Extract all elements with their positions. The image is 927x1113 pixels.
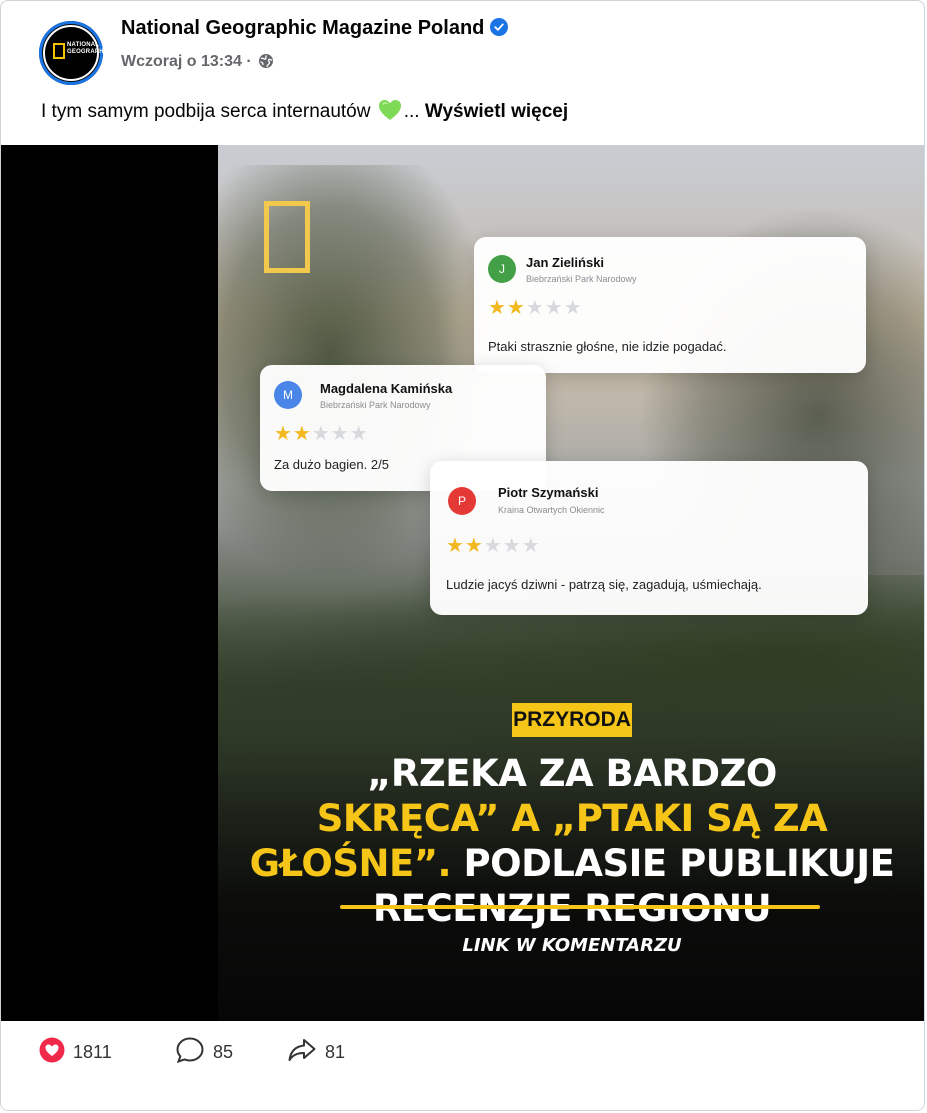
post-timestamp[interactable]: Wczoraj o 13:34 · (121, 53, 252, 70)
globe-icon[interactable] (258, 53, 274, 74)
share-button[interactable]: 81 (287, 1035, 345, 1069)
star-filled-icon: ★★ (446, 535, 484, 557)
star-empty-icon: ★★★ (525, 297, 583, 319)
reviewer-avatar: M (274, 381, 302, 409)
natgeo-frame-logo (264, 201, 310, 273)
reviewer-place: Kraina Otwartych Okiennic (498, 505, 605, 515)
share-icon (287, 1037, 317, 1068)
comment-icon (175, 1036, 205, 1069)
star-filled-icon: ★★ (488, 297, 526, 319)
reviewer-avatar: J (488, 255, 516, 283)
reviewer-avatar: P (448, 487, 476, 515)
headline-line-3-rest: PODLASIE PUBLIKUJE (463, 842, 895, 885)
page-name-row: National Geographic Magazine Poland (121, 17, 509, 40)
headline-line-1: „RZEKA ZA BARDZO (367, 752, 777, 795)
headline-line-2: SKRĘCA” A „PTAKI SĄ ZA (316, 797, 828, 840)
reviewer-name: Magdalena Kamińska (320, 381, 453, 396)
post-meta: Wczoraj o 13:34 · (121, 53, 274, 74)
reactions-count: 1811 (73, 1041, 112, 1062)
see-more-link[interactable]: Wyświetl więcej (425, 101, 568, 122)
reviewer-place: Biebrzański Park Narodowy (526, 274, 637, 284)
green-heart-icon (378, 99, 402, 127)
review-card-3: P Piotr Szymański Kraina Otwartych Okien… (430, 461, 868, 615)
review-text: Za dużo bagien. 2/5 (274, 457, 389, 472)
yellow-divider (340, 905, 820, 909)
review-text: Ludzie jacyś dziwni - patrzą się, zagadu… (446, 577, 762, 592)
reviewer-name: Jan Zieliński (526, 255, 605, 270)
verified-badge-icon (490, 18, 509, 36)
headline: „RZEKA ZA BARDZO SKRĘCA” A „PTAKI SĄ ZA … (218, 751, 924, 931)
review-card-1: J Jan Zieliński Biebrzański Park Narodow… (474, 237, 866, 373)
headline-line-3: GŁOŚNE”. PODLASIE PUBLIKUJE (218, 841, 924, 886)
link-in-comments-text: LINK W KOMENTARZU (462, 935, 682, 956)
reviewer-place: Biebrzański Park Narodowy (320, 400, 431, 410)
natgeo-logo-icon (53, 43, 65, 59)
star-filled-icon: ★★ (274, 423, 312, 445)
star-empty-icon: ★★★ (483, 535, 541, 557)
reviewer-name: Piotr Szymański (498, 485, 599, 500)
comments-count: 85 (213, 1041, 234, 1062)
post-caption: I tym samym podbija serca internautów ..… (41, 99, 568, 127)
review-text: Ptaki strasznie głośne, nie idzie pogada… (488, 339, 727, 354)
page-name-link[interactable]: National Geographic Magazine Poland (121, 17, 484, 39)
caption-text: I tym samym podbija serca internautów (41, 101, 371, 122)
star-rating: ★★★★★ (488, 295, 583, 320)
shares-count: 81 (325, 1041, 346, 1062)
post-image[interactable]: J Jan Zieliński Biebrzański Park Narodow… (218, 145, 924, 1021)
star-rating: ★★★★★ (274, 421, 369, 446)
category-badge: PRZYRODA (512, 703, 632, 737)
comment-button[interactable]: 85 (175, 1035, 233, 1069)
caption-ellipsis: ... (403, 101, 420, 122)
post-card: NATIONAL GEOGRAPHIC National Geographic … (0, 0, 925, 1111)
star-empty-icon: ★★★ (311, 423, 369, 445)
reaction-button[interactable]: 1811 (39, 1035, 112, 1069)
heart-reaction-icon (39, 1037, 65, 1068)
star-rating: ★★★★★ (446, 533, 541, 558)
avatar-logo-text: NATIONAL GEOGRAPHIC (67, 42, 111, 55)
post-media[interactable]: J Jan Zieliński Biebrzański Park Narodow… (1, 145, 924, 1021)
headline-line-3-highlight: GŁOŚNE”. (249, 842, 452, 885)
page-avatar[interactable]: NATIONAL GEOGRAPHIC (39, 21, 111, 85)
